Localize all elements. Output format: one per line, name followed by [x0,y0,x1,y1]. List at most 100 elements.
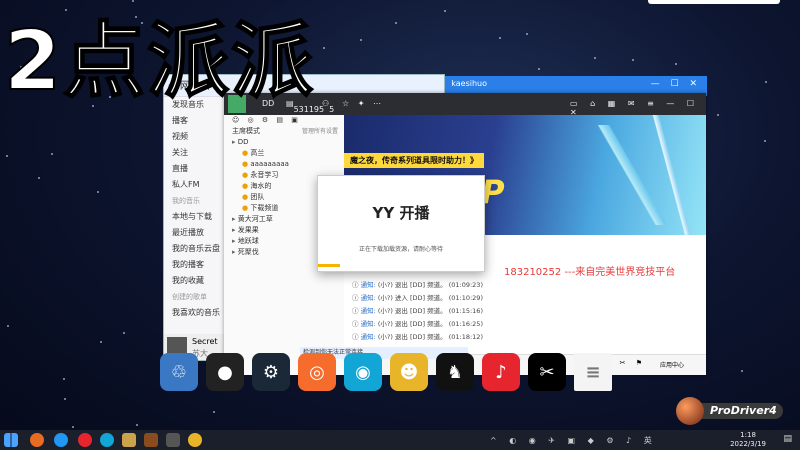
message-time: (01:16:25) [448,320,483,328]
message-text: (小?) 退出 [DD] 频道。 [377,320,449,328]
system-tray[interactable]: ^ ◐ ◉ ✈ ▣ ◆ ⚙ ♪ 英 [490,435,657,446]
channel-tree-label: 发果果 [237,226,259,234]
channel-tree-item[interactable]: ● aaaaaaaaa [224,159,344,170]
chat-message: ⓘ 通知: (小?) 退出 [DD] 频道。 (01:18:12) [352,331,483,341]
message-text: (小?) 退出 [DD] 频道。 [377,333,449,341]
knife-art-2 [634,115,706,235]
taskbar-app-4-icon[interactable] [100,433,114,447]
star [38,177,41,180]
message-text: (小?) 退出 [DD] 频道。 [377,307,449,315]
channel-action-icons[interactable]: ☆ ✦ ⋯ [342,99,384,108]
star [499,37,502,40]
window-controls[interactable]: — ☐ ✕ [651,79,701,89]
windows-taskbar: ^ ◐ ◉ ✈ ▣ ◆ ⚙ ♪ 英 1:18 2022/3/19 ▤ [0,430,800,450]
message-tag: 通知: [360,281,378,289]
notification-icon[interactable]: ▤ [783,434,792,444]
star [594,56,597,59]
star [717,113,719,116]
message-text: (小?) 进入 [DD] 频道。 [377,294,449,302]
taskbar-app-3-icon[interactable] [78,433,92,447]
message-time: (01:15:16) [448,307,483,315]
channel-tree-label: 海水的 [250,182,272,190]
watermark-logo: ProDriver4 [676,397,792,425]
info-icon: ⓘ [352,281,361,289]
capcut-icon[interactable]: ✂ [528,353,566,391]
message-text: (小?) 退出 [DD] 频道。 [377,281,449,289]
recycle-bin-icon[interactable]: ♲ [160,353,198,391]
star [525,32,528,35]
netease-uu-icon[interactable]: ◉ [344,353,382,391]
star [764,81,767,84]
star [322,46,325,49]
star [63,398,66,401]
banner-text: 魔之夜，传奇系列道具限时助力！》 [344,153,484,168]
star [96,191,99,194]
launcher-progress [318,264,340,267]
star [62,377,65,380]
yy-live-launcher-popup: YY 开播 正在下载加载资源，请耐心等待 [317,175,485,272]
taskbar-clock[interactable]: 1:18 2022/3/19 [730,431,766,449]
obs-icon[interactable]: ● [206,353,244,391]
taskbar-app-1-icon[interactable] [30,433,44,447]
star [51,152,54,155]
launcher-brand: YY 开播 [372,204,430,222]
channel-tree-label: 地跃球 [237,237,259,245]
star [360,38,363,41]
star [122,332,125,335]
chat-message: ⓘ 通知: (小?) 退出 [DD] 频道。 (01:09:23) [352,279,483,289]
star [632,58,635,61]
launcher-status: 正在下载加载资源，请耐心等待 [358,246,443,253]
star [537,67,540,70]
message-time: (01:09:23) [448,281,483,289]
panel-mode-row: 主席模式 管理所有设置 [224,126,344,137]
mode-label[interactable]: 主席模式 [232,127,260,135]
netease-music-icon[interactable]: ♪ [482,353,520,391]
chat-message: ⓘ 通知: (小?) 退出 [DD] 频道。 (01:16:25) [352,318,483,328]
taskbar-app-7-icon[interactable] [166,433,180,447]
online-count: ⚇ 5 [322,99,335,114]
taskbar-app-6-icon[interactable] [144,433,158,447]
qq-icon[interactable]: ♞ [436,353,474,391]
star [741,369,744,372]
app-center-link[interactable]: 应用中心 [660,360,684,369]
message-time: (01:10:29) [448,294,483,302]
message-tag: 通知: [360,307,378,315]
star [443,10,446,13]
manage-link[interactable]: 管理所有设置 [302,126,338,137]
star [674,62,677,65]
message-tag: 通知: [360,320,378,328]
overlay-title: 2点派派 [3,13,316,110]
channel-tree-label: 团队 [250,193,265,201]
taskbar-app-8-icon[interactable] [188,433,202,447]
info-icon: ⓘ [352,320,361,328]
start-icon[interactable] [4,433,18,447]
info-icon: ⓘ [352,307,361,315]
origin-icon[interactable]: ◎ [298,353,336,391]
channel-tree-item[interactable]: ▸ DD [224,137,344,148]
taskbar-app-5-icon[interactable] [122,433,136,447]
chat-message: ⓘ 通知: (小?) 退出 [DD] 频道。 (01:15:16) [352,305,483,315]
channel-tree-label: 下载频道 [250,204,279,212]
star [395,22,398,25]
panel-toolbar[interactable]: ☺ ◎ ⚙ ▤ ▣ [224,115,344,126]
taskbar-app-2-icon[interactable] [54,433,68,447]
account-name[interactable]: kaesihuo [451,79,487,88]
desktop-dock: ♲ ● ⚙ ◎ ◉ ☻ ♞ ♪ ✂ ≡ [160,350,640,394]
star [71,425,74,428]
channel-tree-label: 黄大河工草 [237,215,273,223]
info-icon: ⓘ [352,294,361,302]
top-right-window-edge [648,0,780,4]
star [100,341,103,344]
clock-time: 1:18 [740,431,756,439]
steam-icon[interactable]: ⚙ [252,353,290,391]
document-icon[interactable]: ≡ [574,353,612,391]
star [6,325,9,328]
channel-tree-item[interactable]: ● 高兰 [224,148,344,159]
yy-mascot-icon[interactable]: ☻ [390,353,428,391]
info-icon: ⓘ [352,333,361,341]
song-title: Secret [192,337,218,346]
promo-text: 183210252 ---来自完美世界竞技平台 [504,267,676,278]
message-time: (01:18:12) [448,333,483,341]
channel-tree-label: aaaaaaaaa [250,160,289,168]
message-tag: 通知: [360,333,378,341]
